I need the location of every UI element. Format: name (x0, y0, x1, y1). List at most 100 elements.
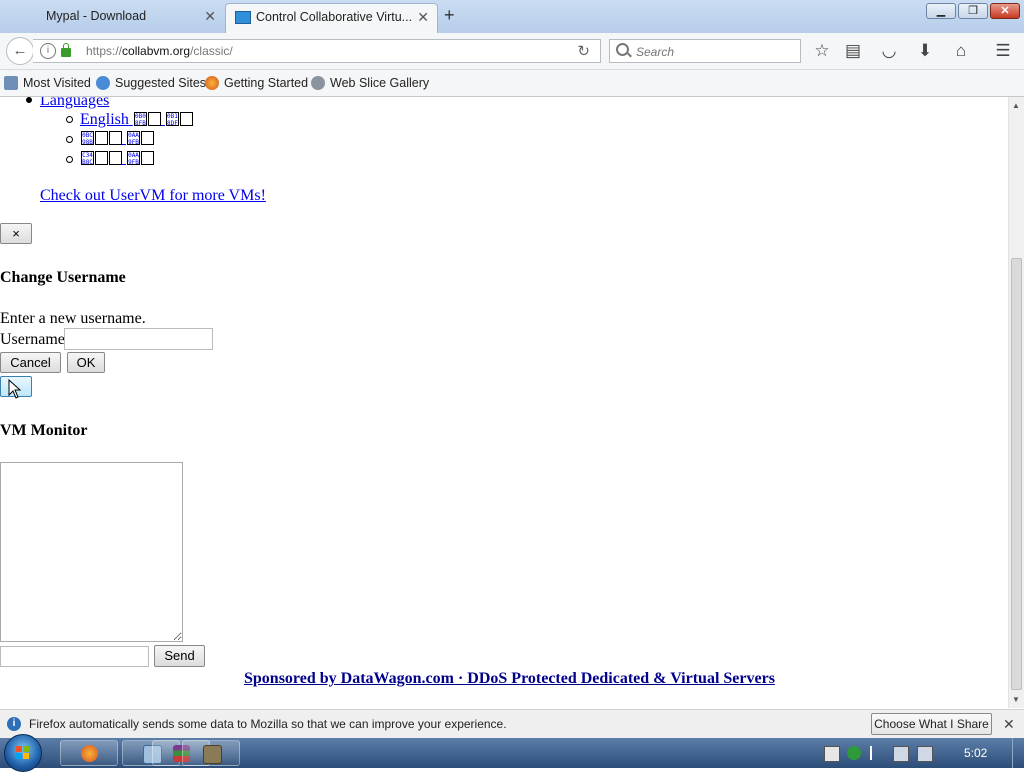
ok-button[interactable]: OK (67, 352, 105, 373)
taskbar: 5:02 (0, 734, 1024, 772)
list-bullet (66, 156, 73, 163)
vertical-scrollbar[interactable]: ▲ ▼ (1008, 97, 1024, 708)
navigation-toolbar: ← i https://collabvm.org/classic/ ↻ ☆ ▤ … (0, 33, 1024, 70)
url-host: collabvm.org (122, 44, 191, 58)
ie-icon (96, 76, 110, 90)
new-tab-button[interactable]: + (444, 5, 455, 26)
tab-mypal-download[interactable]: Mypal - Download ✕ (2, 3, 224, 33)
url-scheme: https:// (86, 44, 123, 58)
monitor-command-input[interactable] (0, 646, 149, 667)
info-icon: i (7, 717, 21, 731)
lock-icon[interactable] (61, 43, 71, 57)
start-button[interactable] (4, 734, 42, 772)
bookmark-folder-icon (4, 76, 18, 90)
missing-glyph (141, 151, 154, 165)
firefox-icon (81, 745, 98, 762)
notification-bar: i Firefox automatically sends some data … (0, 709, 1024, 738)
clock[interactable]: 5:02 (964, 746, 987, 760)
missing-glyph: 0B0 8FB (133, 112, 147, 126)
tray-security-icon[interactable] (847, 746, 861, 760)
download-icon[interactable]: ⬇ (913, 39, 937, 63)
languages-link[interactable]: Languages (40, 97, 109, 110)
missing-glyph (95, 131, 108, 145)
missing-glyph: 0BC 98B 0BE (81, 131, 94, 145)
bookmark-label: Web Slice Gallery (330, 76, 430, 90)
pocket-icon[interactable]: ◡ (877, 39, 901, 63)
missing-glyph: 0AA 9FB (127, 151, 140, 165)
close-icon[interactable]: ✕ (1003, 716, 1015, 733)
mouse-cursor-icon (8, 379, 22, 399)
setup-icon (203, 745, 222, 764)
list-bullet (26, 97, 32, 103)
vm-monitor-log[interactable] (0, 462, 183, 642)
bookmark-label: Getting Started (224, 76, 309, 90)
tab-title: Control Collaborative Virtu... (256, 10, 413, 24)
bookmarks-toolbar: Most Visited Suggested Sites Getting Sta… (0, 70, 1024, 97)
search-bar[interactable] (609, 39, 801, 63)
sponsor-link[interactable]: Sponsored by DataWagon.com · DDoS Protec… (244, 670, 775, 688)
firefox-icon (205, 76, 219, 90)
language-english-link[interactable]: English 0B0 8FB 0B1 8DF (80, 111, 193, 129)
monitor-icon (235, 11, 251, 24)
close-tab-icon[interactable]: ✕ (204, 8, 216, 25)
tab-collabvm[interactable]: Control Collaborative Virtu... ✕ (225, 3, 438, 33)
url-text[interactable]: https://collabvm.org/classic/ (86, 44, 233, 58)
scroll-down-icon[interactable]: ▼ (1012, 695, 1020, 704)
show-desktop-button[interactable] (1012, 738, 1024, 768)
scroll-up-icon[interactable]: ▲ (1012, 101, 1020, 110)
send-button[interactable]: Send (154, 645, 205, 667)
missing-glyph (109, 131, 122, 145)
page-content: Languages English 0B0 8FB 0B1 8DF 0BC 98… (0, 97, 1008, 708)
username-input[interactable] (64, 328, 213, 350)
missing-glyph: C34 B8C 0BE (81, 151, 94, 165)
home-icon[interactable]: ⌂ (949, 39, 973, 63)
dismiss-button[interactable]: × (0, 223, 32, 244)
missing-glyph: 0B1 8DF (165, 112, 179, 126)
language-label: English (80, 111, 129, 128)
bookmark-suggested-sites[interactable]: Suggested Sites (96, 76, 206, 90)
language-link-2[interactable]: 0BC 98B 0BE 0AA 9FB (80, 130, 154, 148)
tray-flag-icon[interactable] (870, 746, 886, 760)
hamburger-menu-icon[interactable]: ☰ (991, 39, 1015, 63)
reading-list-icon[interactable]: ▤ (841, 39, 865, 63)
close-tab-icon[interactable]: ✕ (417, 9, 429, 26)
minimize-button[interactable]: ▁ (926, 3, 956, 19)
tab-title: Mypal - Download (46, 9, 147, 23)
missing-glyph (141, 131, 154, 145)
bookmark-most-visited[interactable]: Most Visited (4, 76, 91, 90)
taskbar-app-setup[interactable] (182, 740, 240, 766)
search-input[interactable] (634, 42, 798, 62)
username-label: Username (0, 331, 65, 348)
url-bar[interactable]: i https://collabvm.org/classic/ ↻ (33, 39, 601, 63)
scrollbar-thumb[interactable] (1011, 258, 1022, 690)
notification-message: Firefox automatically sends some data to… (29, 717, 507, 731)
taskbar-app-firefox[interactable] (60, 740, 118, 766)
missing-glyph (179, 112, 193, 126)
search-icon (616, 43, 629, 56)
vm-monitor-title: VM Monitor (0, 422, 88, 439)
back-button[interactable]: ← (6, 37, 34, 65)
missing-glyph (95, 151, 108, 165)
cancel-button[interactable]: Cancel (0, 352, 61, 373)
missing-glyph: 0AA 9FB (127, 131, 140, 145)
missing-glyph (147, 112, 161, 126)
tray-volume-muted-icon[interactable] (917, 746, 933, 762)
uservm-link[interactable]: Check out UserVM for more VMs! (40, 187, 266, 205)
tray-document-icon[interactable] (824, 746, 840, 762)
tray-network-icon[interactable] (893, 746, 909, 762)
arrow-left-icon: ← (12, 42, 28, 59)
bookmark-getting-started[interactable]: Getting Started (205, 76, 308, 90)
star-icon[interactable]: ☆ (810, 39, 834, 63)
globe-icon (311, 76, 325, 90)
missing-glyph (109, 151, 122, 165)
bookmark-web-slice-gallery[interactable]: Web Slice Gallery (311, 76, 429, 90)
close-window-button[interactable]: ✕ (990, 3, 1020, 19)
maximize-button[interactable]: ❐ (958, 3, 988, 19)
url-path: /classic/ (190, 44, 233, 58)
info-icon[interactable]: i (40, 43, 56, 59)
change-username-title: Change Username (0, 269, 126, 286)
list-bullet (66, 136, 73, 143)
reload-icon[interactable]: ↻ (577, 42, 590, 60)
language-link-3[interactable]: C34 B8C 0BE 0AA 9FB (80, 150, 154, 168)
choose-what-i-share-button[interactable]: Choose What I Share (871, 713, 992, 735)
